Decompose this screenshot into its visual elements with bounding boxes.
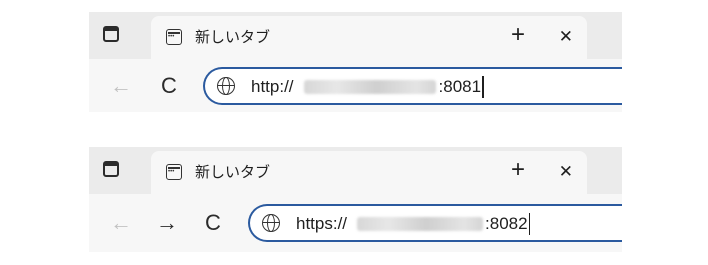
forward-button[interactable]: →	[153, 194, 181, 252]
close-tab-icon[interactable]: ✕	[559, 16, 573, 58]
tab-title: 新しいタブ	[195, 163, 271, 181]
url-text[interactable]: https:// :8082	[296, 206, 531, 240]
tab-actions-menu-icon[interactable]	[103, 161, 119, 177]
close-tab-icon[interactable]: ✕	[559, 151, 573, 193]
back-button[interactable]: ←	[107, 59, 135, 112]
globe-icon	[217, 77, 235, 95]
tab-actions-menu-icon[interactable]	[103, 26, 119, 42]
url-scheme: http://	[251, 77, 294, 97]
redacted-host	[303, 79, 436, 94]
tab-strip: 新しいタブ ✕ +	[89, 147, 622, 194]
tab-strip: 新しいタブ ✕ +	[89, 12, 622, 59]
address-bar[interactable]: https:// :8082	[248, 204, 622, 242]
url-scheme: https://	[296, 214, 348, 234]
redacted-host	[357, 216, 484, 231]
reload-button[interactable]: C	[199, 194, 227, 252]
globe-icon	[262, 214, 280, 232]
browser-window-1: 新しいタブ ✕ + ← C http:// :8081	[89, 12, 622, 112]
url-port: :8081	[438, 77, 482, 97]
navigation-toolbar: ← → C https:// :8082	[89, 194, 622, 252]
reload-button[interactable]: C	[155, 59, 183, 112]
new-tab-button[interactable]: +	[505, 151, 531, 189]
new-tab-page-icon	[166, 164, 182, 180]
text-caret	[528, 212, 531, 235]
navigation-toolbar: ← C http:// :8081	[89, 59, 622, 112]
back-button[interactable]: ←	[107, 194, 135, 252]
url-text[interactable]: http:// :8081	[251, 69, 484, 103]
browser-window-2: 新しいタブ ✕ + ← → C https:// :8082	[89, 147, 622, 252]
new-tab-button[interactable]: +	[505, 16, 531, 54]
tab-title: 新しいタブ	[195, 28, 271, 46]
url-port: :8082	[485, 214, 528, 234]
new-tab-page-icon	[166, 29, 182, 45]
address-bar[interactable]: http:// :8081	[203, 67, 622, 105]
text-caret	[482, 75, 484, 98]
